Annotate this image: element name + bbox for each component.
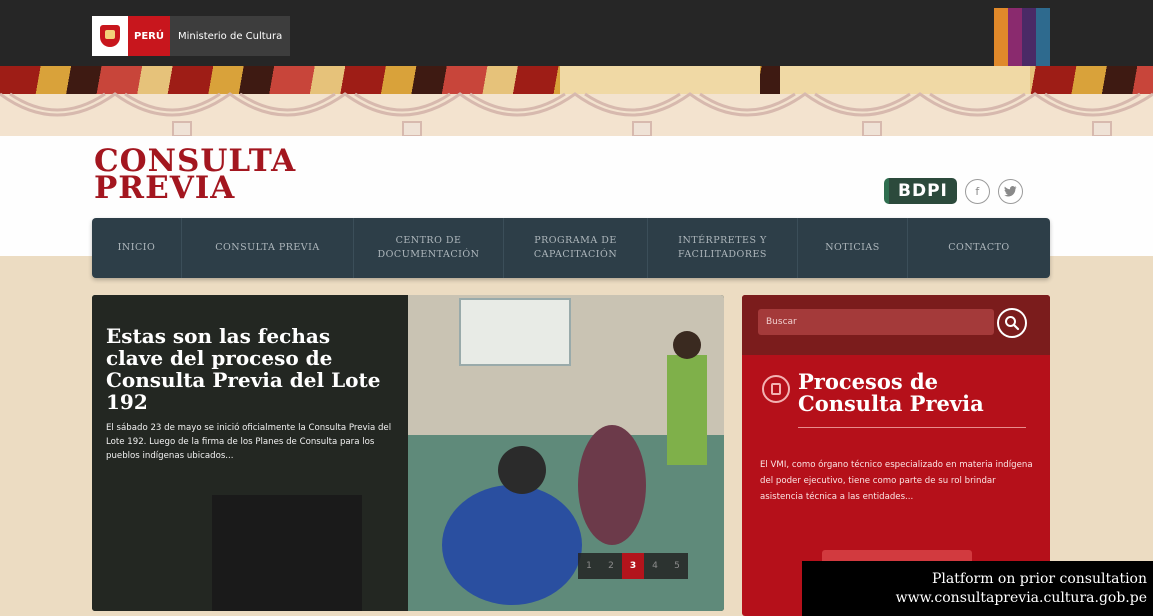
procesos-title: Procesos de Consulta Previa [798, 371, 984, 415]
ministry-badge[interactable]: PERÚ Ministerio de Cultura [92, 16, 291, 56]
slider-page-1[interactable]: 1 [578, 553, 600, 579]
nav-label: INICIO [117, 242, 156, 253]
arch-pattern [0, 92, 1153, 136]
hero-slider[interactable]: Estas son las fechas clave del proceso d… [92, 295, 724, 611]
color-bar [1022, 8, 1036, 66]
slider-pagination: 1 2 3 4 5 [578, 553, 688, 579]
textile-stripe [0, 66, 1153, 94]
nav-label: CONSULTA PREVIA [215, 242, 320, 253]
facebook-icon[interactable]: f [964, 178, 990, 204]
nav-label: NOTICIAS [825, 242, 880, 253]
color-bar [1036, 8, 1050, 66]
slider-page-3[interactable]: 3 [622, 553, 644, 579]
credit-line-1: Platform on prior consultation [932, 571, 1147, 587]
nav-label: CENTRO DE [395, 235, 462, 246]
credit-line-2: www.consultaprevia.cultura.gob.pe [895, 590, 1147, 606]
site-logo[interactable]: CONSULTA PREVIA [94, 146, 296, 206]
hero-title[interactable]: Estas son las fechas clave del proceso d… [106, 325, 394, 413]
nav-label-line-2: CAPACITACIÓN [533, 249, 618, 260]
search-button[interactable] [997, 308, 1027, 338]
search-icon [1005, 316, 1020, 331]
header-tools: BDPI f [884, 178, 1023, 204]
procesos-description: El VMI, como órgano técnico especializad… [760, 460, 1033, 502]
nav-label-line-2: FACILITADORES [678, 249, 767, 260]
nav-item-centro-documentacion[interactable]: CENTRO DE DOCUMENTACIÓN [354, 218, 504, 278]
government-top-bar: PERÚ Ministerio de Cultura [0, 0, 1153, 66]
nav-item-programa-capacitacion[interactable]: PROGRAMA DE CAPACITACIÓN [504, 218, 648, 278]
nav-item-inicio[interactable]: INICIO [92, 218, 182, 278]
nav-label: INTÉRPRETES Y [678, 235, 767, 246]
slider-page-5[interactable]: 5 [666, 553, 688, 579]
hero-caption: Estas son las fechas clave del proceso d… [92, 295, 408, 611]
procesos-title-line-2: Consulta Previa [798, 391, 984, 416]
bdpi-button[interactable]: BDPI [884, 178, 957, 204]
slider-page-4[interactable]: 4 [644, 553, 666, 579]
main-navigation: INICIO CONSULTA PREVIA CENTRO DE DOCUMENT… [92, 218, 1050, 278]
ministry-label: Ministerio de Cultura [169, 16, 291, 56]
textile-pattern-banner [0, 66, 1153, 136]
search-bar [742, 295, 1050, 355]
nav-label: PROGRAMA DE [534, 235, 617, 246]
nav-item-noticias[interactable]: NOTICIAS [798, 218, 908, 278]
peru-shield-icon [92, 16, 128, 56]
divider [798, 427, 1026, 428]
twitter-bird-icon [1003, 185, 1017, 196]
nav-item-interpretes-facilitadores[interactable]: INTÉRPRETES Y FACILITADORES [648, 218, 798, 278]
color-bar [994, 8, 1008, 66]
procesos-title-line-1: Procesos de [798, 369, 939, 394]
country-label: PERÚ [128, 16, 170, 56]
nav-label-line-2: DOCUMENTACIÓN [377, 249, 480, 260]
decorative-color-bars [994, 8, 1050, 66]
slider-page-2[interactable]: 2 [600, 553, 622, 579]
nav-label: CONTACTO [948, 242, 1010, 253]
credit-overlay: Platform on prior consultation www.consu… [802, 561, 1153, 616]
twitter-icon[interactable] [997, 178, 1023, 204]
procesos-header[interactable]: Procesos de Consulta Previa [762, 371, 984, 415]
hero-excerpt: El sábado 23 de mayo se inició oficialme… [106, 423, 392, 461]
nav-item-contacto[interactable]: CONTACTO [908, 218, 1050, 278]
search-input[interactable] [758, 309, 994, 335]
color-bar [1008, 8, 1022, 66]
clipboard-icon [762, 375, 790, 403]
logo-line-2: PREVIA [94, 170, 236, 206]
nav-item-consulta-previa[interactable]: CONSULTA PREVIA [182, 218, 354, 278]
